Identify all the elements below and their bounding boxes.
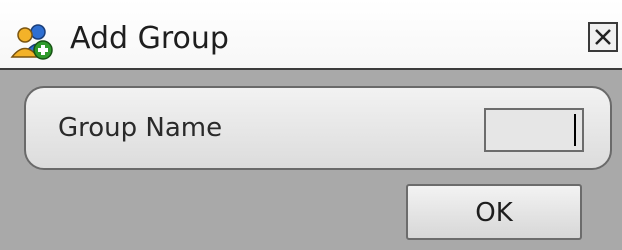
close-button[interactable]	[588, 22, 618, 52]
dialog-title: Add Group	[70, 21, 229, 56]
close-icon	[595, 29, 611, 45]
group-name-panel: Group Name	[24, 86, 612, 170]
text-cursor	[574, 114, 576, 146]
add-group-icon	[10, 22, 54, 60]
add-group-dialog: Add Group Group Name OK	[0, 0, 622, 250]
group-name-input[interactable]	[484, 108, 584, 152]
dialog-titlebar: Add Group	[0, 0, 622, 70]
ok-button[interactable]: OK	[406, 184, 582, 240]
group-name-label: Group Name	[58, 113, 223, 143]
